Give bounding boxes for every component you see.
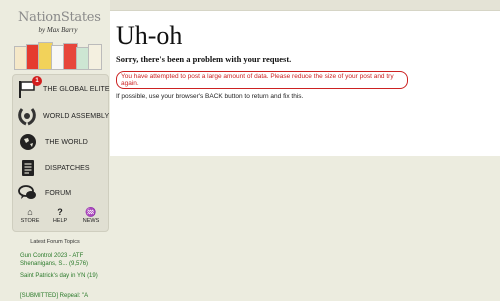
wreath-icon — [17, 105, 37, 127]
nav-label: THE GLOBAL ELITE — [43, 85, 110, 93]
error-hint: If possible, use your browser's BACK but… — [116, 93, 304, 100]
forum-topics-heading: Latest Forum Topics — [30, 239, 80, 245]
page-title: Uh-oh — [116, 21, 183, 50]
question-icon: ? — [57, 207, 63, 217]
lightbulb-icon: ♒ — [85, 207, 97, 217]
notification-badge: 1 — [32, 76, 42, 86]
forum-topic-link[interactable]: Saint Patrick's day in YN (19) — [20, 272, 110, 280]
store-label: STORE — [20, 218, 40, 224]
help-label: HELP — [52, 218, 68, 224]
nav-label: FORUM — [45, 189, 72, 197]
error-subtitle: Sorry, there's been a problem with your … — [116, 54, 292, 64]
site-logo[interactable]: NationStates by Max Barry — [18, 10, 101, 34]
forum-topic-link[interactable]: [SUBMITTED] Repeal: "A — [20, 292, 110, 300]
document-icon — [17, 157, 39, 179]
forum-topic-link[interactable]: Gun Control 2023 - ATF Shenanigans, S...… — [20, 252, 110, 268]
main-content: Uh-oh Sorry, there's been a problem with… — [110, 11, 500, 156]
news-link[interactable]: ♒ NEWS — [76, 207, 106, 224]
main-nav: 1 THE GLOBAL ELITE WORLD ASSEMBLY THE WO… — [12, 74, 110, 232]
logo-text: NationStates — [18, 10, 101, 25]
store-link[interactable]: ⌂ STORE — [15, 207, 45, 224]
book-covers-image[interactable] — [14, 42, 102, 70]
nav-label: WORLD ASSEMBLY — [43, 112, 110, 120]
utility-links: ⌂ STORE ? HELP ♒ NEWS — [13, 207, 108, 229]
logo-byline: by Max Barry — [38, 26, 78, 34]
gift-icon: ⌂ — [27, 207, 33, 217]
nav-item-dispatches[interactable]: DISPATCHES — [13, 154, 108, 182]
speech-bubbles-icon — [17, 182, 39, 204]
error-message: You have attempted to post a large amoun… — [116, 71, 408, 89]
nav-item-the-world[interactable]: THE WORLD — [13, 128, 108, 156]
globe-icon — [17, 131, 39, 153]
nav-item-forum[interactable]: FORUM — [13, 179, 108, 207]
nav-label: DISPATCHES — [45, 164, 90, 172]
nav-item-world-assembly[interactable]: WORLD ASSEMBLY — [13, 102, 110, 130]
sidebar: NationStates by Max Barry 1 THE GLOBAL E… — [0, 0, 110, 301]
help-link[interactable]: ? HELP — [45, 207, 75, 224]
nav-item-global-elite[interactable]: 1 THE GLOBAL ELITE — [13, 75, 110, 103]
news-label: NEWS — [82, 218, 100, 224]
top-bar — [110, 0, 500, 11]
nav-label: THE WORLD — [45, 138, 88, 146]
